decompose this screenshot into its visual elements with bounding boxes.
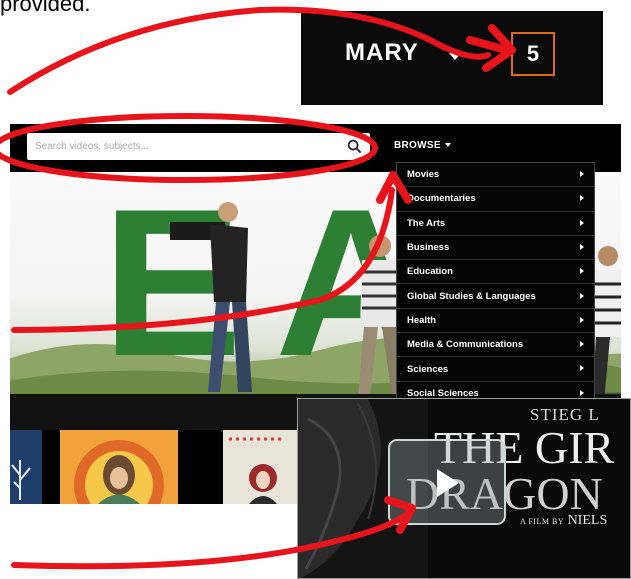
caret-down-icon[interactable] [449, 53, 461, 60]
menu-item-label: Education [407, 266, 453, 278]
menu-item-label: Movies [407, 169, 440, 181]
menu-item-label: Health [407, 314, 437, 326]
menu-item-label: Sciences [407, 363, 449, 375]
search-icon[interactable] [347, 139, 362, 154]
menu-item-the-arts[interactable]: The Arts [397, 212, 594, 236]
caret-down-icon [444, 143, 451, 148]
browse-button[interactable]: BROWSE [394, 140, 451, 151]
video-player-inset: STIEG L THE GIR DRAGON A FILM BY NIELS [297, 398, 631, 579]
menu-item-label: Media & Communications [407, 339, 524, 351]
video-credit-text: A FILM BY NIELS [520, 513, 607, 529]
menu-item-media-communications[interactable]: Media & Communications [397, 333, 594, 358]
chevron-right-icon [580, 219, 584, 226]
menu-item-documentaries[interactable]: Documentaries [397, 187, 594, 212]
menu-item-global-studies[interactable]: Global Studies & Languages [397, 285, 594, 309]
count-badge[interactable]: 5 [511, 32, 555, 76]
account-panel: MARY 5 [301, 11, 603, 105]
thumbnail-art [74, 440, 164, 504]
menu-item-business[interactable]: Business [397, 236, 594, 261]
thumbnail-art [229, 437, 283, 504]
browse-label: BROWSE [394, 140, 441, 151]
chevron-right-icon [580, 316, 584, 323]
person-with-camera-image [170, 202, 252, 392]
search-input[interactable] [35, 133, 335, 160]
play-icon [437, 469, 459, 497]
chevron-right-icon [580, 171, 584, 177]
chevron-right-icon [580, 195, 584, 202]
play-button[interactable] [388, 439, 506, 525]
user-name-menu[interactable]: MARY [345, 39, 419, 67]
chevron-right-icon [580, 292, 584, 299]
menu-item-label: Business [407, 242, 450, 254]
chevron-right-icon [580, 243, 584, 250]
chevron-right-icon [580, 365, 584, 372]
video-thumbnail[interactable] [223, 430, 303, 504]
menu-item-education[interactable]: Education [397, 260, 594, 285]
search-box [27, 133, 370, 160]
chevron-right-icon [580, 268, 584, 275]
menu-item-label: The Arts [407, 217, 446, 229]
browse-dropdown-menu: Movies Documentaries The Arts Business E… [396, 162, 595, 406]
video-thumbnail[interactable] [60, 430, 178, 504]
credit-prefix: A FILM BY [520, 517, 565, 526]
menu-item-label: Global Studies & Languages [407, 290, 536, 302]
menu-item-health[interactable]: Health [397, 309, 594, 334]
credit-name: NIELS [567, 513, 608, 528]
video-thumbnail[interactable] [10, 430, 42, 504]
menu-item-label: Documentaries [407, 193, 476, 205]
thumbnail-art [11, 460, 31, 500]
menu-item-movies[interactable]: Movies [397, 163, 594, 188]
chevron-right-icon [580, 341, 584, 348]
caption-fragment: provided. [0, 0, 91, 16]
chevron-right-icon [580, 389, 584, 396]
menu-item-sciences[interactable]: Sciences [397, 357, 594, 382]
